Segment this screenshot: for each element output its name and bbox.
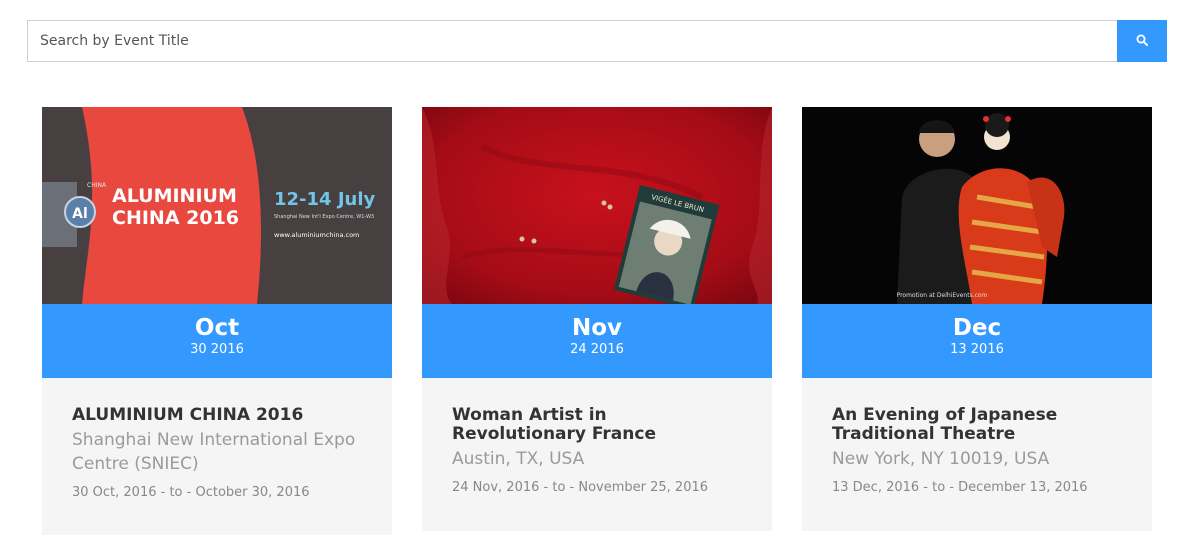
image-venue-text: Shanghai New Int'l Expo Centre, W1-W3 xyxy=(274,214,374,220)
event-day-year: 13 2016 xyxy=(950,342,1004,357)
card-body: ALUMINIUM CHINA 2016 Shanghai New Intern… xyxy=(42,378,392,502)
image-credit-text: Promotion at DelhiEvents.com xyxy=(897,292,988,299)
search-bar xyxy=(27,20,1167,62)
event-dates: 30 Oct, 2016 - to - October 30, 2016 xyxy=(72,485,310,500)
event-image[interactable]: Promotion at DelhiEvents.com xyxy=(802,107,1152,304)
date-bar: Nov 24 2016 xyxy=(422,304,772,378)
card-body: Woman Artist in Revolutionary France Aus… xyxy=(422,378,772,497)
event-title[interactable]: ALUMINIUM CHINA 2016 xyxy=(72,406,362,425)
event-image[interactable]: VIGÉE LE BRUN xyxy=(422,107,772,304)
card-body: An Evening of Japanese Traditional Theat… xyxy=(802,378,1152,497)
event-title[interactable]: An Evening of Japanese Traditional Theat… xyxy=(832,406,1122,444)
event-dates: 13 Dec, 2016 - to - December 13, 2016 xyxy=(832,480,1088,495)
event-venue: Shanghai New International Expo Centre (… xyxy=(72,430,356,474)
date-bar: Oct 30 2016 xyxy=(42,304,392,378)
headline-line1: ALUMINIUM xyxy=(112,185,237,207)
event-month: Oct xyxy=(194,315,240,341)
event-dates: 24 Nov, 2016 - to - November 25, 2016 xyxy=(452,480,709,495)
logo-text: CHINA xyxy=(87,182,107,189)
event-card[interactable]: Promotion at DelhiEvents.com Dec 13 2016… xyxy=(802,107,1152,531)
event-day-year: 30 2016 xyxy=(190,342,244,357)
event-month: Dec xyxy=(952,315,1002,341)
event-title[interactable]: Woman Artist in Revolutionary France xyxy=(452,406,742,444)
search-input[interactable] xyxy=(27,20,1117,62)
event-card[interactable]: VIGÉE LE BRUN Nov 24 2016 Woman Artist i… xyxy=(422,107,772,531)
event-card[interactable]: Al CHINA ALUMINIUM CHINA 2016 12-14 July… xyxy=(42,107,392,535)
image-url-text: www.aluminiumchina.com xyxy=(274,231,359,239)
headline-line2: CHINA 2016 xyxy=(112,207,239,229)
search-icon xyxy=(1136,34,1148,49)
event-venue: Austin, TX, USA xyxy=(452,449,585,469)
event-venue: New York, NY 10019, USA xyxy=(832,449,1050,469)
svg-text:Al: Al xyxy=(72,206,88,222)
date-bar: Dec 13 2016 xyxy=(802,304,1152,378)
search-button[interactable] xyxy=(1117,20,1167,62)
event-image[interactable]: Al CHINA ALUMINIUM CHINA 2016 12-14 July… xyxy=(42,107,392,304)
image-date-text: 12-14 July xyxy=(274,189,376,210)
event-month: Nov xyxy=(571,315,623,341)
event-day-year: 24 2016 xyxy=(570,342,624,357)
